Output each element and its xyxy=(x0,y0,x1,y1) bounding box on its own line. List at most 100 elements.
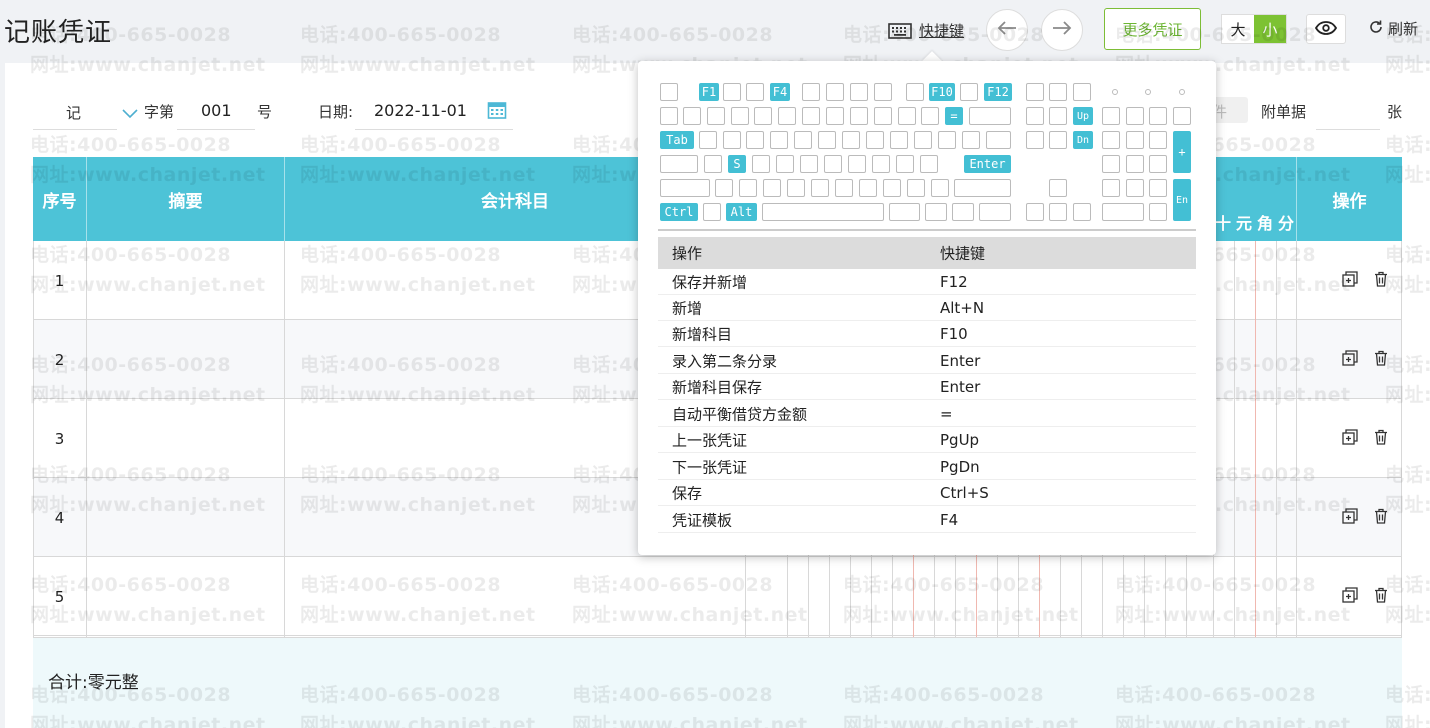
table-row[interactable]: 5 xyxy=(33,557,1402,636)
key xyxy=(1102,131,1120,149)
key xyxy=(1026,107,1044,125)
key-s: S xyxy=(728,155,746,173)
size-small-button[interactable]: 小 xyxy=(1254,15,1286,43)
key xyxy=(683,107,701,125)
key xyxy=(660,155,698,173)
voucher-number-input[interactable]: 001 xyxy=(201,101,232,120)
key xyxy=(866,131,884,149)
row-actions xyxy=(1325,557,1405,636)
refresh-button[interactable]: 刷新 xyxy=(1368,18,1418,39)
delete-icon[interactable] xyxy=(1374,271,1388,291)
key xyxy=(874,107,892,125)
key xyxy=(770,131,788,149)
copy-icon[interactable] xyxy=(1342,507,1358,528)
money-grid-line xyxy=(1234,241,1235,637)
shortcut-key: PgUp xyxy=(940,430,980,449)
delete-icon[interactable] xyxy=(1374,350,1388,370)
key xyxy=(699,131,717,149)
delete-icon[interactable] xyxy=(1374,508,1388,528)
key xyxy=(986,131,1011,149)
key xyxy=(920,155,938,173)
money-grid-line xyxy=(1276,241,1277,637)
key xyxy=(787,179,805,197)
header-divider xyxy=(86,157,87,241)
key xyxy=(660,107,678,125)
chevron-down-icon[interactable] xyxy=(122,104,138,123)
key xyxy=(1149,107,1167,125)
key-pgdn: Dn xyxy=(1073,131,1093,149)
key xyxy=(896,155,914,173)
key xyxy=(907,179,925,197)
key-numpad-enter: En xyxy=(1173,179,1191,221)
preview-button[interactable] xyxy=(1306,14,1346,44)
shortcut-action: 新增 xyxy=(672,299,703,317)
key-enter: Enter xyxy=(964,155,1011,173)
row-index: 2 xyxy=(54,350,65,369)
key-equals: = xyxy=(945,107,963,125)
keyboard-icon xyxy=(888,22,912,39)
row-index: 4 xyxy=(54,508,65,527)
copy-icon[interactable] xyxy=(1342,586,1358,607)
key xyxy=(739,179,757,197)
key xyxy=(707,107,725,125)
key-numpad-plus: + xyxy=(1173,131,1191,173)
attachment-label: 附单据 xyxy=(1261,103,1307,121)
key xyxy=(850,107,868,125)
shortcut-row: 新增科目保存 Enter xyxy=(658,374,1196,400)
key xyxy=(1149,131,1167,149)
key xyxy=(1149,179,1167,197)
delete-icon[interactable] xyxy=(1374,429,1388,449)
shortcut-toggle[interactable]: 快捷键 xyxy=(888,20,964,41)
key xyxy=(802,107,820,125)
refresh-label: 刷新 xyxy=(1388,20,1419,38)
key xyxy=(859,179,877,197)
key-f12: F12 xyxy=(984,83,1012,101)
key xyxy=(1102,203,1144,221)
shortcut-row: 上一张凭证 PgUp xyxy=(658,427,1196,453)
row-index: 5 xyxy=(54,587,65,606)
prev-voucher-button[interactable] xyxy=(986,9,1028,51)
key xyxy=(660,179,710,197)
key xyxy=(811,179,829,197)
key xyxy=(883,179,901,197)
attachment-count-input[interactable] xyxy=(1316,129,1380,130)
shortcut-table-header: 操作 快捷键 xyxy=(658,237,1196,269)
delete-icon[interactable] xyxy=(1374,587,1388,607)
more-vouchers-button[interactable]: 更多凭证 xyxy=(1104,8,1201,50)
copy-icon[interactable] xyxy=(1342,349,1358,370)
copy-icon[interactable] xyxy=(1342,270,1358,291)
key xyxy=(1049,203,1067,221)
shortcut-key: F12 xyxy=(940,272,968,291)
eye-icon xyxy=(1314,20,1338,39)
key xyxy=(906,83,924,101)
key xyxy=(704,155,722,173)
calendar-icon[interactable] xyxy=(487,100,507,124)
key-f1: F1 xyxy=(699,83,719,101)
key xyxy=(969,107,1011,125)
key xyxy=(872,155,890,173)
key xyxy=(1149,155,1167,173)
shortcut-row: 下一张凭证 PgDn xyxy=(658,454,1196,480)
key xyxy=(835,179,853,197)
key-f10: F10 xyxy=(929,83,955,101)
next-voucher-button[interactable] xyxy=(1041,9,1083,51)
key-ctrl: Ctrl xyxy=(660,203,698,221)
total-label: 合计:零元整 xyxy=(48,673,139,693)
key xyxy=(1126,131,1144,149)
key xyxy=(703,203,721,221)
shortcut-action: 新增科目保存 xyxy=(672,378,763,396)
size-large-button[interactable]: 大 xyxy=(1222,15,1254,43)
row-actions xyxy=(1325,478,1405,557)
voucher-type-select[interactable]: 记 xyxy=(66,102,81,123)
shortcut-key: Enter xyxy=(940,351,981,370)
row-actions xyxy=(1325,320,1405,399)
key xyxy=(1073,203,1091,221)
date-input[interactable]: 2022-11-01 xyxy=(374,101,467,120)
key xyxy=(1026,203,1044,221)
key xyxy=(898,107,916,125)
key xyxy=(848,155,866,173)
copy-icon[interactable] xyxy=(1342,428,1358,449)
size-toggle: 大 小 xyxy=(1221,14,1287,44)
key xyxy=(752,155,770,173)
attachment-unit: 张 xyxy=(1387,103,1403,121)
